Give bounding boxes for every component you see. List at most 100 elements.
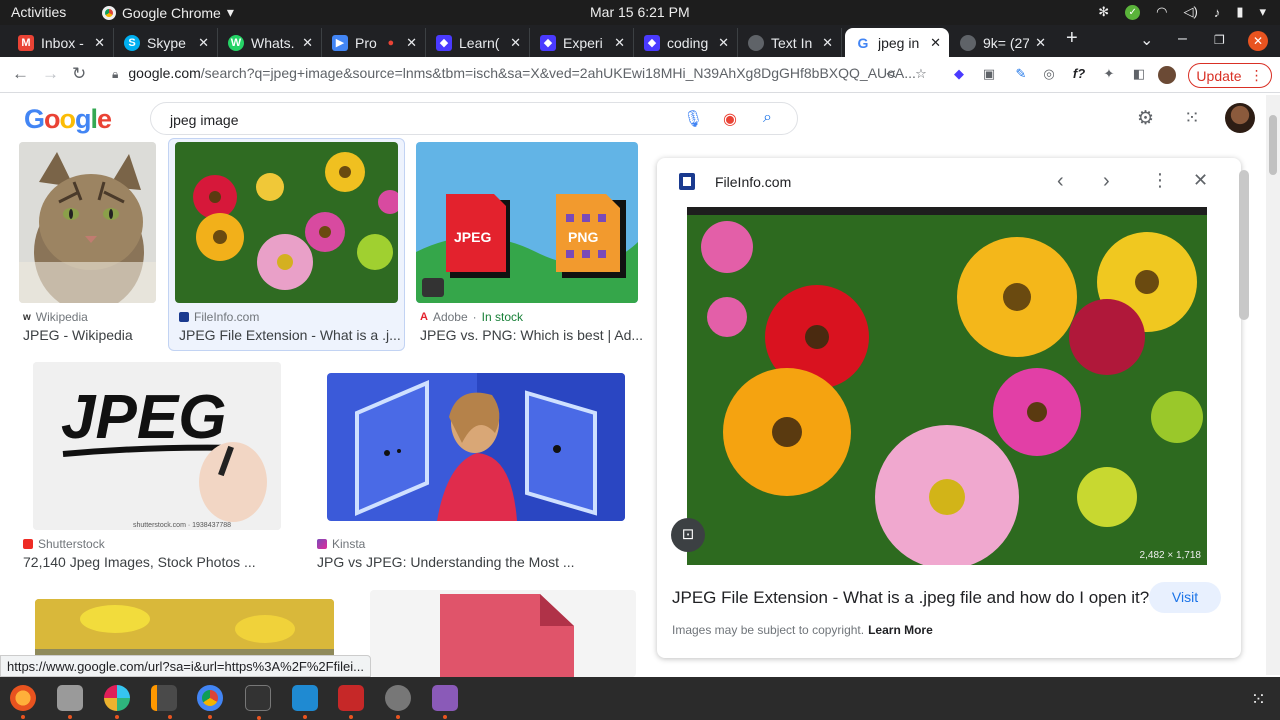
close-icon[interactable]: ✕ (406, 35, 417, 51)
microphone-icon[interactable]: 🎙︎ (683, 109, 703, 129)
formula-extension-icon[interactable]: f? (1070, 66, 1088, 84)
profile-avatar-icon[interactable] (1158, 66, 1176, 84)
result-thumb-partial-file[interactable] (370, 590, 636, 677)
learn-more-link[interactable]: Learn More (868, 623, 933, 637)
result-title[interactable]: JPG vs JPEG: Understanding the Most ... (317, 554, 575, 570)
forward-button[interactable]: → (42, 64, 59, 84)
close-icon[interactable]: ✕ (510, 35, 521, 51)
restore-window-button[interactable]: ❐ (1214, 33, 1225, 47)
side-panel-icon[interactable]: ◧ (1130, 66, 1148, 84)
scrollbar-thumb[interactable] (1269, 115, 1277, 175)
preview-title[interactable]: JPEG File Extension - What is a .jpeg fi… (672, 588, 1149, 608)
previous-image-button[interactable]: ‹ (1057, 170, 1064, 193)
search-icon[interactable]: ⌕ (763, 109, 772, 127)
terminal-icon[interactable] (245, 685, 271, 720)
tab-experi[interactable]: ◆ Experi ✕ (530, 28, 634, 57)
address-bar[interactable]: 🔒︎ google.com/search?q=jpeg+image&source=… (112, 65, 916, 82)
network-settings-icon[interactable]: ✻ (1098, 4, 1109, 20)
sublime-text-icon[interactable] (151, 685, 177, 719)
page-scrollbar[interactable] (1266, 95, 1280, 675)
close-icon[interactable]: ✕ (930, 35, 941, 51)
update-check-icon[interactable]: ✓ (1125, 4, 1141, 20)
minimize-window-button[interactable]: – (1178, 30, 1187, 48)
result-title[interactable]: JPEG File Extension - What is a .j... (179, 327, 401, 343)
close-icon[interactable]: ✕ (302, 35, 313, 51)
result-thumb-kinsta[interactable] (327, 373, 625, 521)
bookmark-star-icon[interactable]: ☆ (912, 66, 930, 84)
close-icon[interactable]: ✕ (94, 35, 105, 51)
close-icon[interactable]: ✕ (614, 35, 625, 51)
tab-9k[interactable]: 9k= (27 ✕ (950, 28, 1054, 57)
camera-extension-icon[interactable]: ▣ (980, 66, 998, 84)
chrome-dock-icon[interactable] (197, 685, 223, 719)
files-icon[interactable] (57, 685, 83, 719)
volume-icon[interactable]: ◁) (1183, 4, 1197, 20)
extensions-puzzle-icon[interactable]: ✦ (1100, 66, 1118, 84)
share-icon[interactable]: ⋖ (882, 66, 900, 84)
tab-jpeg-image[interactable]: G jpeg in ✕ (845, 28, 949, 57)
tab-text-in[interactable]: Text In ✕ (738, 28, 842, 57)
tab-inbox[interactable]: M Inbox - ✕ (8, 28, 114, 57)
result-source[interactable]: w Wikipedia (23, 310, 88, 324)
new-tab-button[interactable]: + (1066, 27, 1078, 50)
tab-coding[interactable]: ◆ coding ✕ (634, 28, 738, 57)
wifi-icon[interactable]: ◠ (1156, 4, 1167, 20)
power-menu-icon[interactable]: ▾ (1259, 4, 1266, 20)
apps-grid-icon[interactable]: ⁙ (1184, 107, 1200, 130)
close-preview-button[interactable]: ✕ (1193, 170, 1208, 191)
extension-badge-icon[interactable]: ◆ (950, 66, 968, 84)
search-box[interactable]: jpeg image 🎙︎ ◉ ⌕ (150, 102, 798, 135)
tab-learn[interactable]: ◆ Learn( ✕ (426, 28, 530, 57)
visit-button[interactable]: Visit (1149, 582, 1221, 613)
result-source[interactable]: Shutterstock (23, 537, 105, 551)
microphone-icon[interactable]: ♪ (1214, 5, 1221, 20)
clock[interactable]: Mar 15 6:21 PM (590, 4, 690, 20)
close-icon[interactable]: ✕ (1035, 35, 1046, 51)
preview-image[interactable]: 2,482 × 1,718 (687, 207, 1207, 565)
battery-icon[interactable]: ▮ (1236, 4, 1243, 20)
system-tray[interactable]: ✻ ✓ ◠ ◁) ♪ ▮ ▾ (1098, 4, 1266, 20)
compass-extension-icon[interactable]: ◎ (1040, 66, 1058, 84)
filezilla-icon[interactable] (338, 685, 364, 719)
update-button[interactable]: Update ⋮ (1188, 63, 1272, 88)
account-avatar[interactable] (1225, 103, 1255, 133)
firefox-icon[interactable] (10, 685, 36, 719)
result-thumb-fileinfo[interactable] (175, 142, 398, 303)
activities-button[interactable]: Activities (11, 4, 66, 20)
tab-whatsapp[interactable]: W Whats. ✕ (218, 28, 322, 57)
close-window-button[interactable]: ✕ (1248, 31, 1268, 51)
next-image-button[interactable]: › (1103, 170, 1110, 193)
result-source[interactable]: FileInfo.com (179, 310, 259, 324)
vscode-icon[interactable] (292, 685, 318, 719)
result-title[interactable]: JPEG vs. PNG: Which is best | Ad... (420, 327, 643, 343)
result-source[interactable]: Kinsta (317, 537, 365, 551)
google-logo[interactable]: Google (24, 104, 112, 135)
back-button[interactable]: ← (12, 64, 29, 84)
reload-button[interactable]: ↻ (72, 64, 86, 84)
lock-icon[interactable]: 🔒︎ (112, 67, 118, 81)
close-icon[interactable]: ✕ (822, 35, 833, 51)
settings-gear-icon[interactable]: ⚙ (1137, 107, 1154, 130)
app-menu[interactable]: Google Chrome ▾ (102, 4, 234, 21)
video-editor-icon[interactable] (432, 685, 458, 719)
screenshot-tool-icon[interactable] (385, 685, 411, 719)
lens-search-icon[interactable]: ⊡ (671, 518, 705, 552)
result-source[interactable]: A Adobe · In stock (420, 310, 523, 324)
lens-camera-icon[interactable]: ◉ (723, 109, 737, 129)
result-thumb-shutterstock[interactable]: JPEG shutterstock.com · 1938437788 (33, 362, 281, 530)
result-thumb-adobe[interactable]: JPEG PNG (416, 142, 638, 303)
preview-scrollbar[interactable] (1239, 170, 1249, 320)
picker-extension-icon[interactable]: ✎ (1012, 66, 1030, 84)
tab-pro[interactable]: ▶ Pro ● ✕ (322, 28, 426, 57)
close-icon[interactable]: ✕ (718, 35, 729, 51)
close-icon[interactable]: ✕ (198, 35, 209, 51)
result-title[interactable]: JPEG - Wikipedia (23, 327, 133, 343)
tab-skype[interactable]: S Skype ✕ (114, 28, 218, 57)
preview-site-link[interactable]: FileInfo.com (715, 174, 791, 190)
result-thumb-wikipedia[interactable] (19, 142, 156, 303)
result-title[interactable]: 72,140 Jpeg Images, Stock Photos ... (23, 554, 256, 570)
show-applications-icon[interactable]: ⁙ (1251, 689, 1266, 710)
more-options-button[interactable]: ⋮ (1151, 170, 1169, 191)
search-input[interactable]: jpeg image (170, 112, 239, 128)
tab-search-chevron-icon[interactable]: ⌄ (1140, 30, 1153, 50)
